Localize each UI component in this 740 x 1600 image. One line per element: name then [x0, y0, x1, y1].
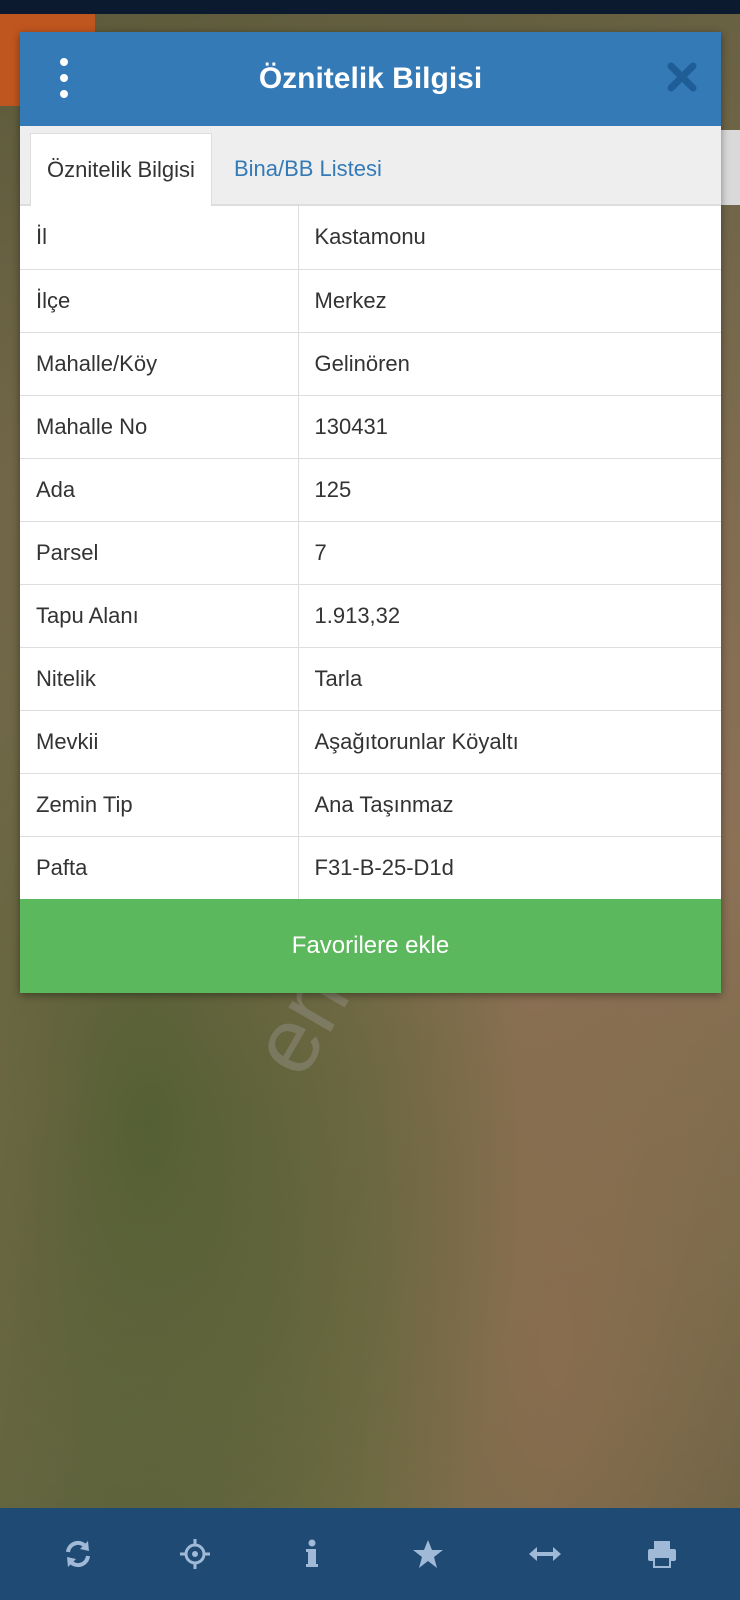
bottom-toolbar: [0, 1508, 740, 1600]
table-row: Mahalle/Köy Gelinören: [20, 332, 721, 396]
row-value: 7: [298, 521, 721, 585]
tab-attribute-info[interactable]: Öznitelik Bilgisi: [30, 133, 212, 206]
menu-button[interactable]: [56, 58, 72, 98]
measure-button[interactable]: [525, 1534, 565, 1574]
refresh-button[interactable]: [58, 1534, 98, 1574]
menu-dot-icon: [60, 90, 68, 98]
row-value: F31-B-25-D1d: [314, 854, 454, 880]
menu-dot-icon: [60, 58, 68, 66]
row-value: 1.913,32: [298, 584, 721, 648]
row-value: Aşağıtorunlar Köyaltı: [298, 710, 721, 774]
measure-icon: [528, 1547, 561, 1561]
add-to-favorites-button[interactable]: Favorilere ekle: [20, 899, 721, 993]
table-row: Zemin Tip Ana Taşınmaz: [20, 773, 721, 837]
row-value: 130431: [298, 395, 721, 459]
print-icon: [647, 1541, 676, 1568]
refresh-icon: [66, 1540, 91, 1568]
row-label: Pafta: [20, 836, 299, 899]
info-icon: [305, 1539, 318, 1567]
row-label: Mahalle/Köy: [20, 332, 299, 396]
locate-icon: [179, 1539, 210, 1569]
menu-dot-icon: [60, 74, 68, 82]
row-value: Merkez: [298, 269, 721, 333]
row-label: Ada: [20, 458, 299, 522]
attribute-dialog: Öznitelik Bilgisi Öznitelik Bilgisi Bina…: [20, 32, 721, 993]
table-row: Tapu Alanı 1.913,32: [20, 584, 721, 648]
table-row: Pafta F31-B-25-D1d: [20, 836, 721, 899]
dialog-header: Öznitelik Bilgisi: [20, 32, 721, 126]
row-label: İl: [20, 206, 299, 270]
tab-bar: Öznitelik Bilgisi Bina/BB Listesi: [20, 126, 721, 206]
row-label: Mahalle No: [20, 395, 299, 459]
close-button[interactable]: [665, 60, 699, 94]
dialog-title: Öznitelik Bilgisi: [258, 62, 483, 95]
star-icon: [413, 1540, 444, 1568]
row-value: Gelinören: [298, 332, 721, 396]
locate-button[interactable]: [175, 1534, 215, 1574]
row-label: Mevkii: [20, 710, 299, 774]
row-label: Tapu Alanı: [20, 584, 299, 648]
attribute-table: İl Kastamonu İlçe Merkez Mahalle/Köy Gel…: [20, 206, 721, 899]
row-value: Kastamonu: [298, 206, 721, 270]
table-row: Nitelik Tarla: [20, 647, 721, 711]
row-label: Nitelik: [20, 647, 299, 711]
row-label: Zemin Tip: [20, 773, 299, 837]
table-row: Parsel 7: [20, 521, 721, 585]
favorites-button[interactable]: [408, 1534, 448, 1574]
close-icon: [667, 62, 697, 92]
row-label: İlçe: [20, 269, 299, 333]
table-row: İlçe Merkez: [20, 269, 721, 333]
row-label: Parsel: [20, 521, 299, 585]
table-row: Ada 125: [20, 458, 721, 522]
tab-building-list[interactable]: Bina/BB Listesi: [212, 134, 398, 204]
table-row: İl Kastamonu: [20, 206, 721, 270]
row-value: Tarla: [298, 647, 721, 711]
print-button[interactable]: [642, 1534, 682, 1574]
row-value: Ana Taşınmaz: [298, 773, 721, 837]
map-overlay-strip: [720, 130, 740, 205]
table-row: Mevkii Aşağıtorunlar Köyaltı: [20, 710, 721, 774]
status-bar: [0, 0, 740, 14]
info-button[interactable]: [292, 1534, 332, 1574]
row-value: 125: [298, 458, 721, 522]
table-row: Mahalle No 130431: [20, 395, 721, 459]
